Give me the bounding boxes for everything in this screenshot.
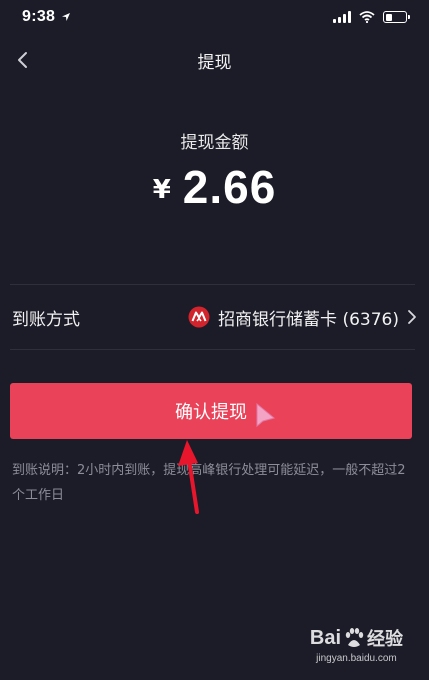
amount-display: ¥ 2.66 (0, 160, 429, 214)
wifi-icon (359, 11, 375, 23)
confirm-withdraw-button[interactable]: 确认提现 (10, 383, 412, 439)
chevron-right-icon (408, 310, 416, 324)
signal-icon (333, 11, 351, 23)
nav-bar: 提现 (0, 40, 429, 80)
back-button[interactable] (6, 44, 38, 76)
watermark-brand-text: Bai (309, 626, 341, 649)
baidu-paw-icon (345, 628, 364, 647)
cmb-bank-logo-icon (188, 306, 210, 328)
payout-method-label: 到账方式 (12, 309, 80, 330)
amount-label: 提现金额 (180, 133, 249, 153)
watermark-url: jingyan.baidu.com (316, 653, 397, 664)
status-left: 9:38 (22, 8, 71, 26)
watermark-brand: Bai 经验 (310, 625, 403, 651)
payout-method-row[interactable]: 到账方式 招商银行储蓄卡 (6376) (0, 286, 429, 348)
divider-bottom (10, 349, 415, 350)
chevron-left-icon (18, 52, 27, 68)
divider-top (10, 284, 415, 285)
status-bar: 9:38 (0, 0, 429, 34)
location-arrow-icon (62, 13, 71, 21)
payout-method-value: 招商银行储蓄卡 (6376) (188, 305, 417, 330)
battery-icon (383, 11, 410, 23)
watermark-brand-suffix: 经验 (367, 629, 403, 649)
bank-name: 招商银行储蓄卡 (6376) (218, 309, 399, 330)
payout-notice: 到账说明：2小时内到账，提现高峰银行处理可能延迟，一般不超过2个工作日 (12, 463, 406, 503)
status-time: 9:38 (22, 8, 56, 25)
baidu-jingyan-watermark: Bai 经验 jingyan.baidu.com (310, 625, 403, 665)
status-right (333, 11, 410, 23)
page-title: 提现 (197, 52, 232, 73)
currency-symbol: ¥ (152, 175, 171, 205)
amount-value: 2.66 (182, 161, 277, 213)
